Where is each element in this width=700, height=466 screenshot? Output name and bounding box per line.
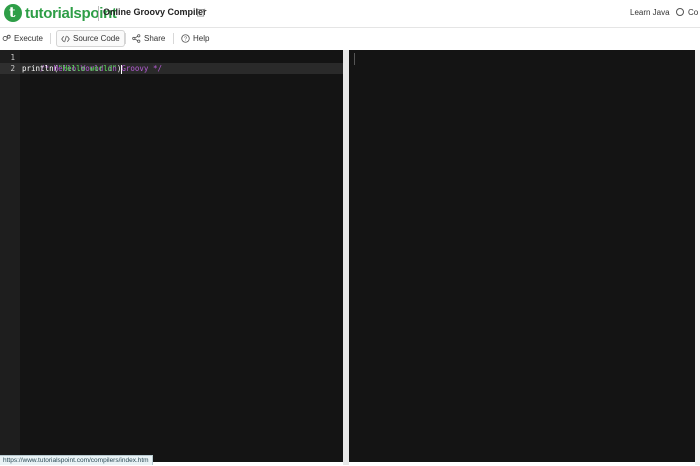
toolbar-divider <box>125 33 126 44</box>
tutorialspoint-logo[interactable]: t tutorialspoint <box>4 4 117 22</box>
line-number-gutter <box>0 50 20 462</box>
source-code-label: Source Code <box>73 34 120 43</box>
share-label: Share <box>144 34 166 43</box>
terminal-cursor <box>354 53 355 65</box>
source-code-button[interactable]: Source Code <box>56 30 125 47</box>
logo-mark-letter: t <box>9 5 16 21</box>
execute-button[interactable]: Execute <box>2 30 43 47</box>
top-header: t tutorialspoint Online Groovy Compiler … <box>0 0 700 28</box>
code-string: "Hello world" <box>58 64 117 73</box>
share-icon <box>132 34 141 43</box>
code-function: println <box>22 64 54 73</box>
toolbar-divider <box>50 33 51 44</box>
gears-icon <box>2 34 11 42</box>
page-title: Online Groovy Compiler <box>103 7 207 17</box>
user-circle-icon[interactable] <box>676 8 684 16</box>
window-edge <box>695 50 700 465</box>
line-number: 1 <box>10 53 15 62</box>
code-icon <box>61 35 70 42</box>
toolbar: Execute Source Code Share ? Help <box>0 28 700 49</box>
code-line[interactable]: println("Hello world") <box>22 63 123 74</box>
edit-icon[interactable] <box>197 8 206 17</box>
toolbar-divider <box>173 33 174 44</box>
help-circle-icon: ? <box>181 34 190 43</box>
code-editor[interactable]: 1 2 /* Hello World in Groovy */ println(… <box>0 50 343 462</box>
help-label: Help <box>193 34 210 43</box>
help-button[interactable]: ? Help <box>181 30 209 47</box>
line-number: 2 <box>10 64 15 73</box>
text-cursor <box>121 64 123 74</box>
execute-label: Execute <box>14 34 43 43</box>
learn-java-link[interactable]: Learn Java <box>630 8 670 17</box>
output-terminal[interactable] <box>349 50 695 462</box>
logo-mark-icon: t <box>4 4 22 22</box>
header-right-label[interactable]: Co <box>688 8 698 17</box>
header-divider <box>98 6 99 21</box>
share-button[interactable]: Share <box>132 30 165 47</box>
status-url-tooltip: https://www.tutorialspoint.com/compilers… <box>0 455 153 465</box>
